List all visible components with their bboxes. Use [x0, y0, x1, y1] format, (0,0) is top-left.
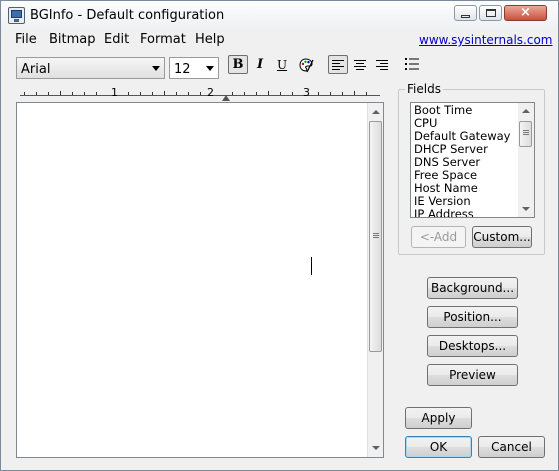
maximize-button[interactable] — [479, 5, 502, 21]
ruler[interactable]: 1 2 3 — [18, 86, 385, 102]
align-left-icon — [332, 59, 344, 70]
bold-icon: B — [232, 57, 244, 72]
italic-icon: I — [256, 57, 264, 72]
fields-vertical-scrollbar[interactable] — [518, 103, 534, 217]
background-button[interactable]: Background... — [427, 277, 518, 299]
menu-bitmap[interactable]: Bitmap — [49, 32, 96, 47]
align-center-icon — [354, 59, 366, 70]
bullets-button[interactable] — [402, 55, 422, 74]
desktops-button[interactable]: Desktops... — [427, 335, 518, 357]
align-center-button[interactable] — [350, 55, 370, 74]
chevron-down-icon — [206, 66, 214, 71]
custom-button[interactable]: Custom... — [472, 226, 532, 248]
minimize-icon — [461, 15, 470, 18]
color-palette-icon — [299, 57, 314, 72]
bginfo-app-icon[interactable] — [8, 7, 25, 24]
align-left-button[interactable] — [328, 55, 348, 74]
preview-button[interactable]: Preview — [427, 364, 518, 386]
text-color-button[interactable] — [296, 55, 316, 74]
font-name-value: Arial — [21, 62, 51, 77]
ruler-baseline — [20, 95, 380, 96]
text-editor[interactable] — [16, 102, 384, 458]
font-size-value: 12 — [174, 62, 191, 77]
bold-button[interactable]: B — [228, 55, 248, 74]
editor-scroll-thumb[interactable] — [369, 121, 382, 352]
menu-edit[interactable]: Edit — [104, 32, 129, 47]
italic-button[interactable]: I — [250, 55, 270, 74]
position-button[interactable]: Position... — [427, 306, 518, 328]
scroll-up-icon[interactable] — [522, 109, 530, 113]
font-size-select[interactable]: 12 — [169, 57, 219, 79]
ruler-number: 1 — [111, 86, 118, 99]
underline-icon: U — [276, 57, 288, 72]
scroll-down-icon[interactable] — [522, 207, 530, 211]
field-item[interactable]: IP Address — [414, 208, 474, 218]
bullet-list-icon — [405, 58, 419, 70]
fields-scroll-thumb[interactable] — [519, 121, 532, 147]
close-button[interactable]: × — [504, 5, 547, 21]
underline-button[interactable]: U — [272, 55, 292, 74]
maximize-icon — [485, 9, 496, 17]
align-right-icon — [376, 59, 388, 70]
text-caret — [311, 257, 312, 275]
menu-file[interactable]: File — [15, 32, 37, 47]
window-title: BGInfo - Default configuration — [30, 8, 225, 23]
editor-vertical-scrollbar[interactable] — [367, 103, 383, 457]
fields-label: Fields — [405, 82, 443, 96]
minimize-button[interactable] — [454, 5, 477, 21]
scroll-down-icon[interactable] — [372, 446, 380, 450]
fields-list[interactable]: Boot Time CPU Default Gateway DHCP Serve… — [410, 102, 535, 218]
add-field-button[interactable]: <-Add — [411, 226, 466, 248]
cancel-button[interactable]: Cancel — [478, 436, 545, 458]
align-right-button[interactable] — [372, 55, 392, 74]
title-bar[interactable]: BGInfo - Default configuration × — [1, 1, 558, 30]
apply-button[interactable]: Apply — [405, 407, 472, 429]
bginfo-window: BGInfo - Default configuration × File Bi… — [0, 0, 559, 471]
chevron-down-icon — [152, 66, 160, 71]
menu-help[interactable]: Help — [195, 32, 225, 47]
ok-button[interactable]: OK — [405, 436, 472, 458]
font-name-select[interactable]: Arial — [16, 57, 165, 79]
scroll-up-icon[interactable] — [372, 110, 380, 114]
ruler-number: 3 — [303, 86, 310, 99]
menu-bar: File Bitmap Edit Format Help www.sysinte… — [1, 30, 558, 50]
tab-stop-marker[interactable] — [222, 95, 230, 101]
close-icon: × — [520, 5, 531, 20]
sysinternals-link[interactable]: www.sysinternals.com — [419, 33, 553, 47]
ruler-number: 2 — [207, 86, 214, 99]
menu-format[interactable]: Format — [140, 32, 186, 47]
